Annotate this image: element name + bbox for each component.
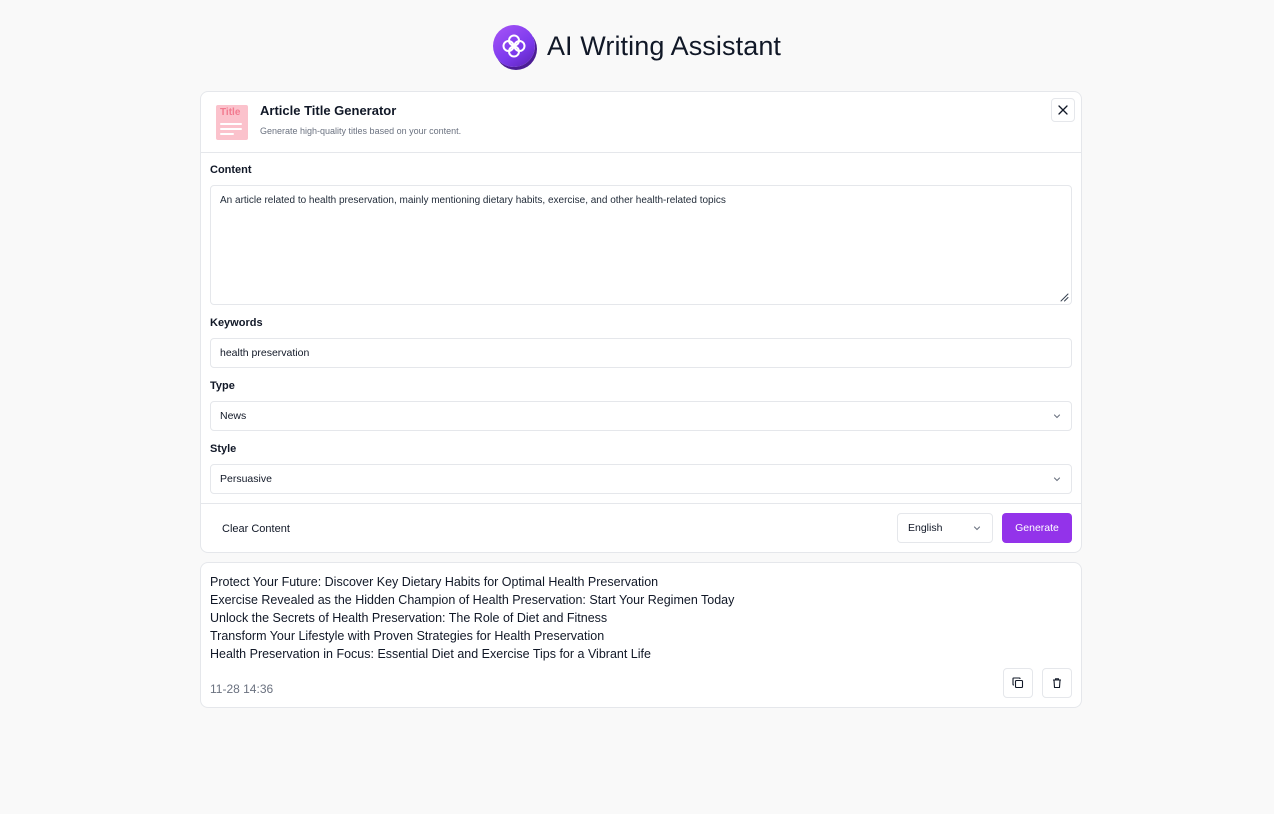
tool-icon-text: Title [220,107,241,118]
result-card: Protect Your Future: Discover Key Dietar… [200,562,1082,708]
keywords-value: health preservation [220,347,310,359]
result-title: Transform Your Lifestyle with Proven Str… [210,629,605,643]
tool-footer: Clear Content English Generate [201,503,1081,553]
result-list: Protect Your Future: Discover Key Dietar… [210,573,734,663]
type-select[interactable]: News [210,401,1072,431]
keywords-label: Keywords [210,317,263,329]
result-timestamp: 11-28 14:36 [210,682,274,696]
style-select[interactable]: Persuasive [210,464,1072,494]
resize-handle-icon[interactable] [1059,292,1069,302]
style-label: Style [210,443,237,455]
app-title: AI Writing Assistant [546,30,782,61]
generate-button[interactable]: Generate [1002,513,1072,543]
tool-header: Title Article Title Generator Generate h… [201,92,1081,153]
language-value: English [908,522,943,534]
content-textarea[interactable]: An article related to health preservatio… [210,185,1072,305]
title-document-icon: Title [216,105,248,140]
language-select[interactable]: English [897,513,993,543]
result-title: Protect Your Future: Discover Key Dietar… [210,575,659,589]
app-header: AI Writing Assistant [0,24,1274,68]
chevron-down-icon [1053,414,1061,419]
app-logo-icon [492,25,535,67]
content-text: An article related to health preservatio… [220,195,726,206]
result-title: Health Preservation in Focus: Essential … [210,647,651,661]
keywords-input[interactable]: health preservation [210,338,1072,368]
tool-title: Article Title Generator [260,103,397,118]
type-value: News [220,410,247,422]
content-label: Content [210,164,252,176]
delete-button[interactable] [1042,668,1072,698]
title-generator-card: Title Article Title Generator Generate h… [200,91,1082,553]
chevron-down-icon [973,526,981,531]
close-button[interactable] [1051,98,1075,122]
close-icon [1058,105,1068,115]
type-label: Type [210,380,235,392]
tool-description: Generate high-quality titles based on yo… [260,126,462,136]
result-title: Unlock the Secrets of Health Preservatio… [210,611,608,625]
style-value: Persuasive [220,473,272,485]
chevron-down-icon [1053,477,1061,482]
result-title: Exercise Revealed as the Hidden Champion… [210,593,735,607]
copy-icon [1012,677,1024,689]
trash-icon [1053,678,1061,689]
copy-button[interactable] [1003,668,1033,698]
clear-content-button[interactable]: Clear Content [214,517,298,541]
